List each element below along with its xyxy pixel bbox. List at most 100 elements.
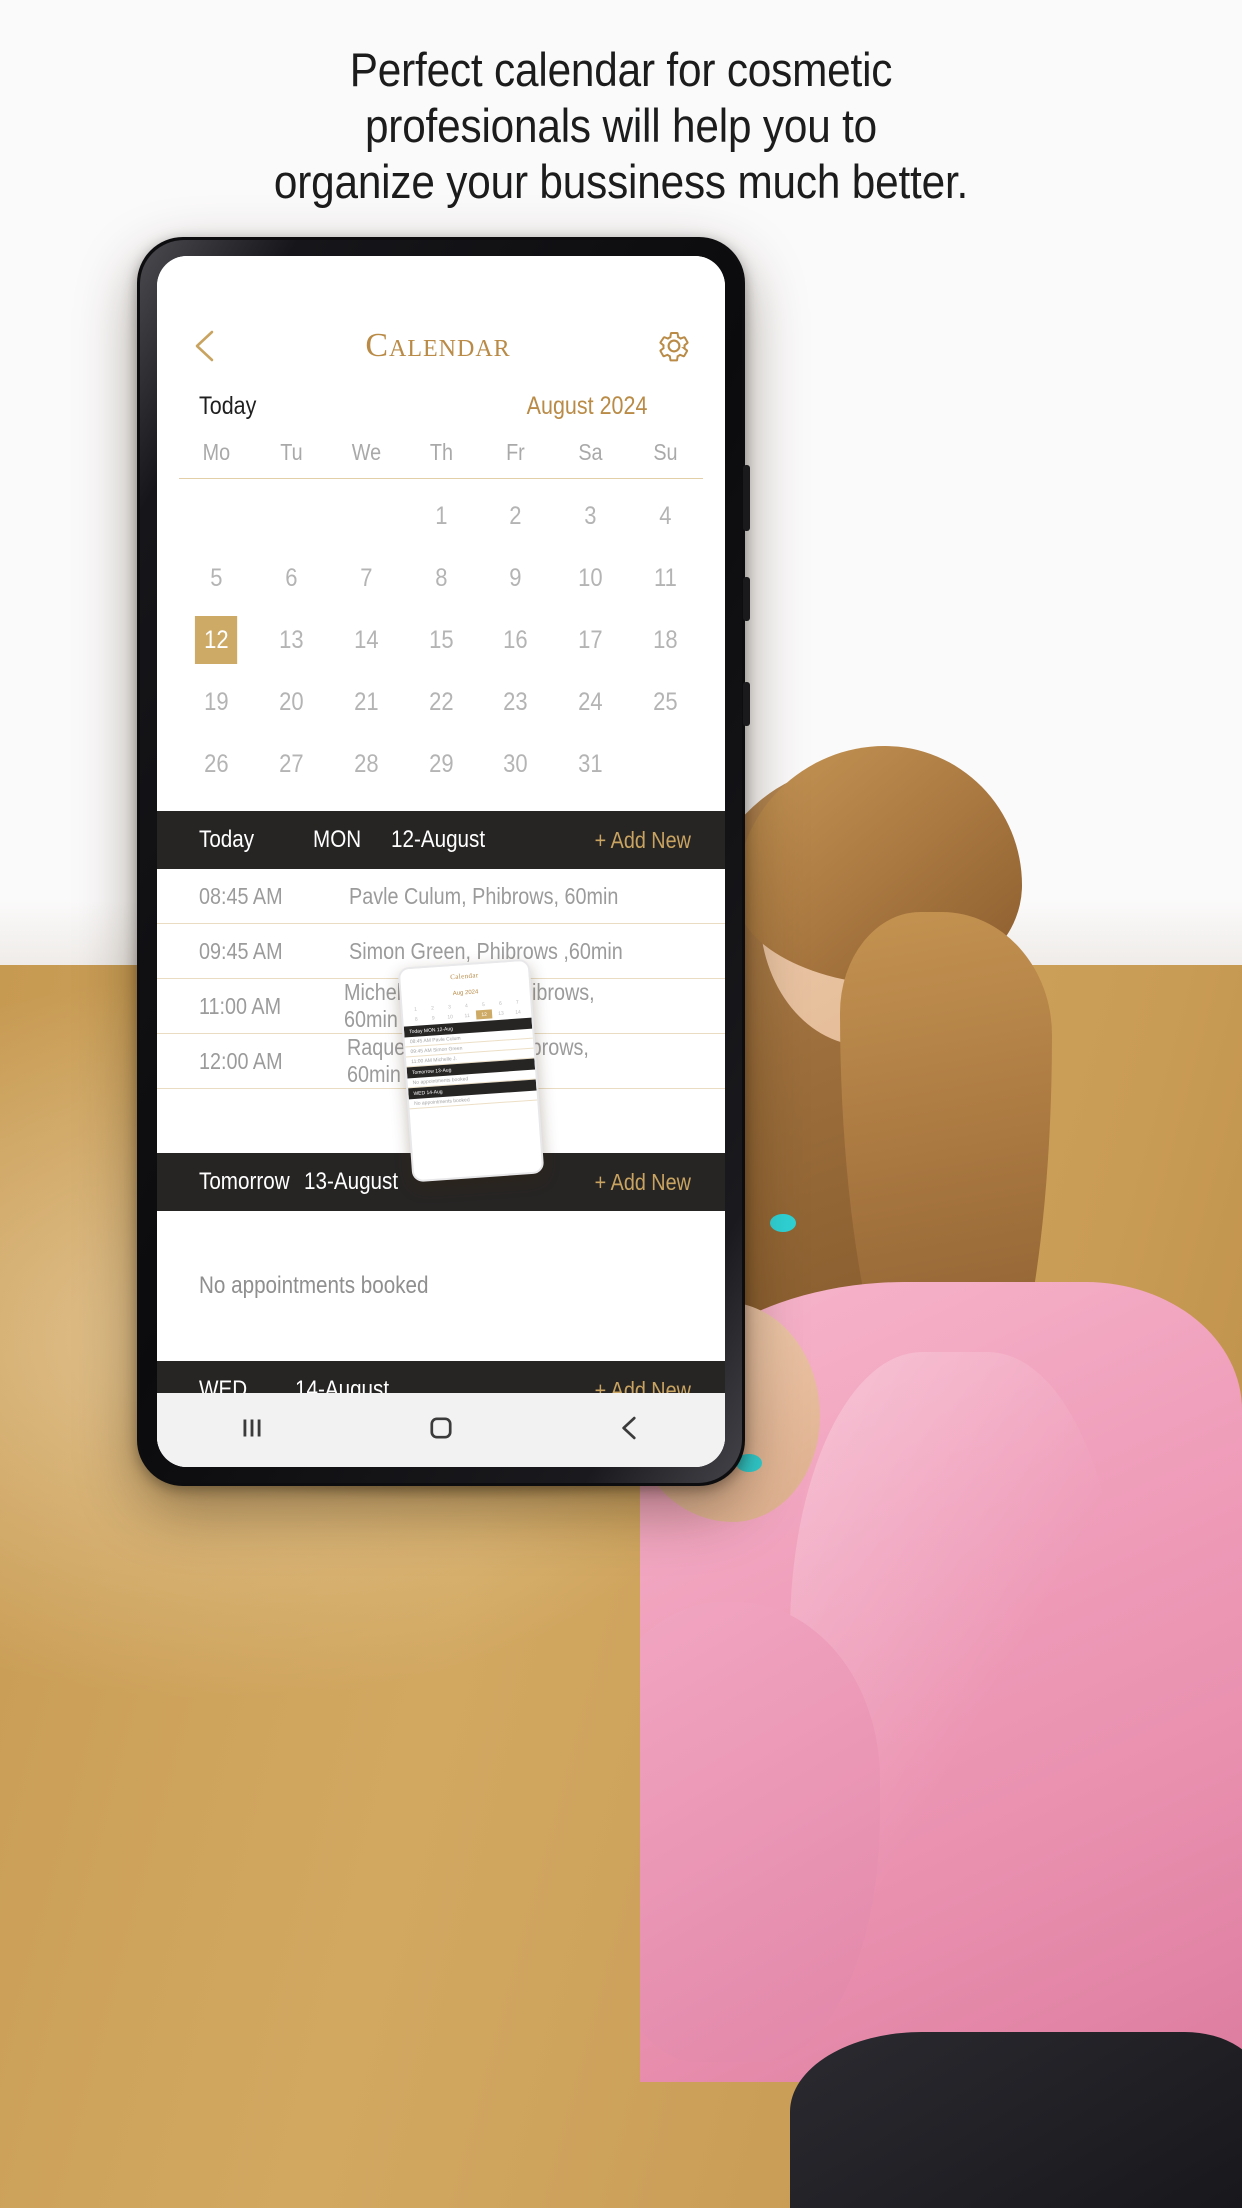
calendar-day-cell[interactable]: 26	[183, 739, 249, 789]
mini-day: 14	[515, 1008, 522, 1016]
back-button[interactable]	[191, 328, 219, 364]
calendar-day-cell[interactable]: 24	[558, 677, 624, 727]
day-number: 30	[503, 749, 529, 778]
volume-down-button[interactable]	[743, 577, 750, 621]
calendar-day-cell[interactable]: 15	[408, 615, 474, 665]
mini-day: 8	[414, 1016, 418, 1023]
calendar-day-cell[interactable]: 14	[333, 615, 399, 665]
calendar-day-cell[interactable]: 1	[408, 491, 474, 541]
calendar-day-cell[interactable]: 29	[408, 739, 474, 789]
appointment-row[interactable]: 08:45 AM Pavle Culum, Phibrows, 60min	[157, 869, 725, 924]
day-section-header: Today MON 12-August + Add New	[157, 811, 725, 869]
calendar-day-cell[interactable]: 9	[483, 553, 549, 603]
weekday-label: Su	[653, 439, 678, 465]
section-date: 13-August	[304, 1168, 399, 1195]
day-number: 28	[353, 749, 379, 778]
empty-state: No appointments booked	[157, 1211, 725, 1361]
day-number: 5	[210, 563, 223, 592]
calendar-day-cell[interactable]: 22	[408, 677, 474, 727]
calendar-week-row: 26 27 28 29 30 31	[179, 739, 703, 789]
day-number: 20	[279, 687, 304, 716]
weekday-label: Sa	[578, 439, 603, 465]
day-number: 7	[360, 563, 373, 592]
calendar-day-cell[interactable]: 10	[558, 553, 624, 603]
recents-icon[interactable]	[235, 1411, 269, 1450]
volume-up-button[interactable]	[743, 465, 750, 531]
promo-headline: Perfect calendar for cosmetic profesiona…	[62, 46, 1180, 214]
calendar-day-cell[interactable]: 6	[258, 553, 324, 603]
calendar-day-cell[interactable]: 4	[633, 491, 699, 541]
calendar-week-row: 1 2 3 4	[179, 491, 703, 541]
weekday-label: Mo	[202, 439, 231, 465]
mini-day: 13	[498, 1010, 505, 1017]
calendar-day-cell[interactable]: 13	[258, 615, 324, 665]
calendar-day-cell[interactable]: 21	[333, 677, 399, 727]
appointment-time: 08:45 AM	[199, 882, 283, 909]
calendar-day-cell[interactable]: 8	[408, 553, 474, 603]
current-month-label[interactable]: August 2024	[526, 392, 647, 421]
calendar-day-cell[interactable]: 23	[483, 677, 549, 727]
mini-day: 2	[430, 1004, 435, 1012]
mini-day-selected: 12	[475, 1009, 493, 1020]
day-number: 27	[279, 749, 304, 778]
calendar-day-cell[interactable]: 31	[558, 739, 624, 789]
calendar-day-cell[interactable]: 25	[633, 677, 699, 727]
day-number: 25	[653, 687, 678, 716]
calendar-day-cell[interactable]: 16	[483, 615, 549, 665]
day-number: 17	[578, 625, 603, 654]
day-number: 23	[503, 687, 529, 716]
weekday-label: Tu	[280, 439, 303, 465]
settings-button[interactable]	[657, 329, 691, 363]
calendar-day-cell-selected[interactable]: 12	[183, 615, 249, 665]
handheld-phone-preview: Calendar Aug 2024 1 2 3 4 5 6 7 8 9 10 1…	[397, 958, 545, 1183]
day-number: 9	[509, 563, 522, 592]
mini-day: 3	[447, 1003, 452, 1010]
calendar-day-cell[interactable]: 19	[183, 677, 249, 727]
day-number: 26	[204, 749, 229, 778]
calendar-day-cell[interactable]: 28	[333, 739, 399, 789]
day-number: 10	[578, 563, 603, 592]
calendar-day-cell[interactable]: 11	[633, 553, 699, 603]
day-number: 29	[428, 749, 454, 778]
day-number: 8	[434, 563, 448, 592]
headline-line-2: profesionals will help you to	[364, 99, 878, 152]
model-arm	[640, 1602, 880, 2062]
calendar-day-cell[interactable]: 20	[258, 677, 324, 727]
day-number: 19	[204, 687, 229, 716]
calendar-day-cell[interactable]: 7	[333, 553, 399, 603]
calendar-day-cell[interactable]: 30	[483, 739, 549, 789]
mini-phone-title: Calendar	[449, 971, 479, 982]
calendar-day-cell[interactable]: 17	[558, 615, 624, 665]
mini-day: 11	[464, 1012, 470, 1019]
nail-polish-dot	[770, 1214, 796, 1232]
calendar-day-cell[interactable]: 3	[558, 491, 624, 541]
calendar-day-cell[interactable]: 27	[258, 739, 324, 789]
power-button[interactable]	[743, 682, 750, 726]
back-icon[interactable]	[613, 1411, 647, 1450]
model-skirt	[790, 2032, 1242, 2208]
calendar-week-row: 12 13 14 15 16 17 18	[179, 615, 703, 665]
mini-day: 1	[413, 1006, 418, 1013]
calendar-day-cell[interactable]: 18	[633, 615, 699, 665]
section-today-label: Today	[199, 826, 255, 853]
day-number: 21	[353, 687, 379, 716]
android-navigation-bar	[157, 1393, 725, 1467]
day-number: 24	[578, 687, 603, 716]
section-weekday: MON	[313, 826, 362, 853]
add-new-button[interactable]: + Add New	[595, 827, 691, 854]
day-number: 14	[353, 625, 379, 654]
appointment-detail: Simon Green, Phibrows ,60min	[349, 937, 623, 964]
today-shortcut[interactable]: Today	[199, 392, 256, 421]
add-new-button[interactable]: + Add New	[595, 1169, 691, 1196]
mini-day: 5	[481, 1001, 486, 1008]
appointment-detail: Pavle Culum, Phibrows, 60min	[349, 882, 619, 909]
appointment-time: 09:45 AM	[199, 937, 283, 964]
home-icon[interactable]	[424, 1411, 458, 1450]
calendar-day-cell[interactable]: 5	[183, 553, 249, 603]
phone-screen: Calendar Today August 2024 Mo Tu We Th F…	[157, 256, 725, 1467]
phone-device: Calendar Today August 2024 Mo Tu We Th F…	[137, 237, 750, 1486]
section-date: 12-August	[391, 826, 486, 853]
calendar-day-cell[interactable]: 2	[483, 491, 549, 541]
headline-line-3: organize your bussiness much better.	[273, 155, 969, 208]
empty-state-text: No appointments booked	[199, 1272, 429, 1299]
